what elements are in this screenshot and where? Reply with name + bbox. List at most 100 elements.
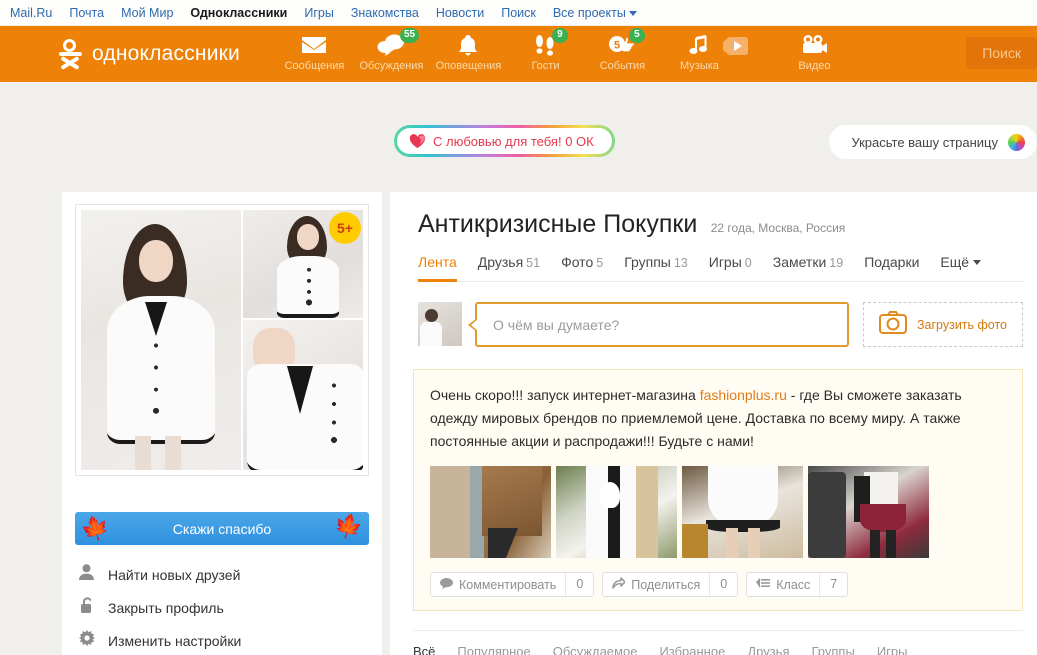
post-image-burgundy-skirt[interactable]: [808, 466, 929, 558]
post-image-white-skirt[interactable]: [682, 466, 803, 558]
post-image-white-blouse[interactable]: [556, 466, 677, 558]
tab-gifts[interactable]: Подарки: [864, 254, 919, 282]
feed-post: Очень скоро!!! запуск интернет-магазина …: [413, 369, 1023, 611]
tab-label-groups: Группы: [624, 254, 671, 270]
nav-item-guests[interactable]: 9 Гости: [507, 26, 584, 82]
events-icon: 5: [584, 32, 661, 58]
maple-leaf-icon-right: 🍁: [331, 512, 366, 543]
status-input[interactable]: О чём вы думаете?: [468, 302, 849, 347]
post-link[interactable]: fashionplus.ru: [700, 387, 787, 403]
nav-label-guests: Гости: [531, 60, 560, 72]
nav-item-messages[interactable]: Сообщения: [276, 26, 353, 82]
sidebar-item-settings[interactable]: Изменить настройки: [75, 624, 369, 655]
mailru-link-znakomstva[interactable]: Знакомства: [351, 6, 419, 20]
mailru-top-bar: Mail.Ru Почта Мой Мир Одноклассники Игры…: [0, 0, 1037, 26]
play-icon[interactable]: [722, 36, 749, 61]
upload-photo-label: Загрузить фото: [916, 317, 1008, 332]
mailru-link-moymir[interactable]: Мой Мир: [121, 6, 173, 20]
tab-label-lenta: Лента: [418, 254, 457, 270]
decorate-page-button[interactable]: Украсьте вашу страницу: [829, 125, 1037, 159]
sidebar-menu: Найти новых друзей Закрыть профиль Измен…: [75, 558, 369, 655]
share-button[interactable]: Поделиться 0: [602, 572, 739, 597]
comment-label: Комментировать: [459, 577, 557, 592]
page-title: Антикризисные Покупки: [418, 210, 698, 238]
tab-friends[interactable]: Друзья 51: [478, 254, 540, 282]
klass-button[interactable]: Класс 7: [746, 572, 849, 597]
feed-filter-favorites[interactable]: Избранное: [659, 644, 725, 655]
nav-item-video[interactable]: Видео: [776, 26, 853, 82]
feed-filter-discussed[interactable]: Обсуждаемое: [553, 644, 638, 655]
tab-notes[interactable]: Заметки 19: [773, 254, 843, 282]
say-thanks-button[interactable]: 🍁 Скажи спасибо 🍁: [75, 512, 369, 545]
mailru-link-pochta[interactable]: Почта: [69, 6, 104, 20]
tab-games[interactable]: Игры 0: [709, 254, 752, 282]
comment-count: 0: [565, 573, 593, 596]
person-icon: [78, 564, 95, 585]
profile-tabs: Лента Друзья 51 Фото 5 Группы 13 Игры 0 Заме…: [418, 253, 1023, 282]
share-count: 0: [709, 573, 737, 596]
upload-photo-button[interactable]: Загрузить фото: [863, 302, 1023, 347]
tab-label-games: Игры: [708, 254, 742, 270]
sidebar-item-find-friends[interactable]: Найти новых друзей: [75, 558, 369, 591]
feed-filter-games[interactable]: Игры: [877, 644, 908, 655]
profile-photo-thumb-2[interactable]: [243, 320, 363, 470]
tab-photos[interactable]: Фото 5: [561, 254, 603, 282]
camera-icon: [878, 310, 907, 339]
mailru-link-igry[interactable]: Игры: [304, 6, 333, 20]
chevron-down-icon: [628, 10, 637, 16]
mailru-link-poisk[interactable]: Поиск: [501, 6, 536, 20]
tab-lenta[interactable]: Лента: [418, 254, 457, 282]
post-image-fur-coat[interactable]: [430, 466, 551, 558]
feed-filter-groups[interactable]: Группы: [812, 644, 855, 655]
nav-label-events: События: [599, 60, 646, 72]
post-text-before: Очень скоро!!! запуск интернет-магазина: [430, 387, 700, 403]
klass-icon: [747, 577, 776, 592]
nav-item-music[interactable]: Музыка: [661, 26, 748, 82]
status-composer: О чём вы думаете? Загрузить фото: [418, 302, 1023, 347]
comment-button[interactable]: Комментировать 0: [430, 572, 595, 597]
tab-label-gifts: Подарки: [864, 254, 920, 270]
profile-header: Антикризисные Покупки 22 года, Москва, Р…: [404, 192, 1023, 239]
share-label: Поделиться: [631, 577, 701, 592]
sidebar-item-close-profile[interactable]: Закрыть профиль: [75, 591, 369, 624]
ok-brand-label: одноклассники: [92, 42, 240, 65]
klass-label: Класс: [776, 577, 811, 592]
nav-item-discussions[interactable]: 55 Обсуждения: [353, 26, 430, 82]
sidebar-label-settings: Изменить настройки: [108, 632, 242, 649]
tab-groups[interactable]: Группы 13: [624, 254, 688, 282]
profile-photo-frame[interactable]: 5+: [75, 204, 369, 476]
feed-filter-popular[interactable]: Популярное: [457, 644, 530, 655]
avatar[interactable]: [418, 302, 462, 346]
nav-item-notifications[interactable]: Оповещения: [430, 26, 507, 82]
heart-icon: [409, 133, 426, 149]
nav-item-events[interactable]: 5 5 События: [584, 26, 661, 82]
search-button[interactable]: Поиск: [966, 37, 1037, 69]
nav-badge-guests: 9: [551, 28, 568, 43]
video-camera-icon: [776, 32, 853, 58]
mailru-all-projects-menu[interactable]: Все проекты: [553, 6, 637, 20]
tab-count-notes: 19: [829, 256, 844, 270]
profile-photo-main[interactable]: [81, 210, 241, 470]
nav-label-music: Музыка: [679, 60, 719, 72]
promo-row: С любовью для тебя! 0 ОК Украсьте вашу с…: [0, 125, 1037, 165]
mailru-link-novosti[interactable]: Новости: [436, 6, 484, 20]
tab-more[interactable]: Ещё: [940, 254, 982, 282]
bell-icon: [430, 32, 507, 58]
mailru-link-odnoklassniki[interactable]: Одноклассники: [190, 6, 287, 20]
nav-label-video: Видео: [798, 60, 831, 72]
love-promo-pill[interactable]: С любовью для тебя! 0 ОК: [394, 125, 615, 157]
nav-label-messages: Сообщения: [284, 60, 345, 72]
feed-filter-friends[interactable]: Друзья: [747, 644, 789, 655]
ok-logo[interactable]: одноклассники: [58, 39, 240, 69]
nav-badge-discussions: 55: [399, 28, 420, 43]
klass-count: 7: [819, 573, 847, 596]
tab-label-friends: Друзья: [477, 254, 524, 270]
mailru-link-mailru[interactable]: Mail.Ru: [10, 6, 52, 20]
feed-filter-all[interactable]: Всё: [413, 644, 435, 655]
love-promo-label: С любовью для тебя! 0 ОК: [433, 133, 594, 149]
main-content: Антикризисные Покупки 22 года, Москва, Р…: [390, 192, 1037, 655]
ok-logo-icon: [58, 39, 83, 69]
tab-label-notes: Заметки: [772, 254, 827, 270]
decorate-page-label: Украсьте вашу страницу: [851, 134, 998, 150]
post-text: Очень скоро!!! запуск интернет-магазина …: [430, 384, 1006, 453]
